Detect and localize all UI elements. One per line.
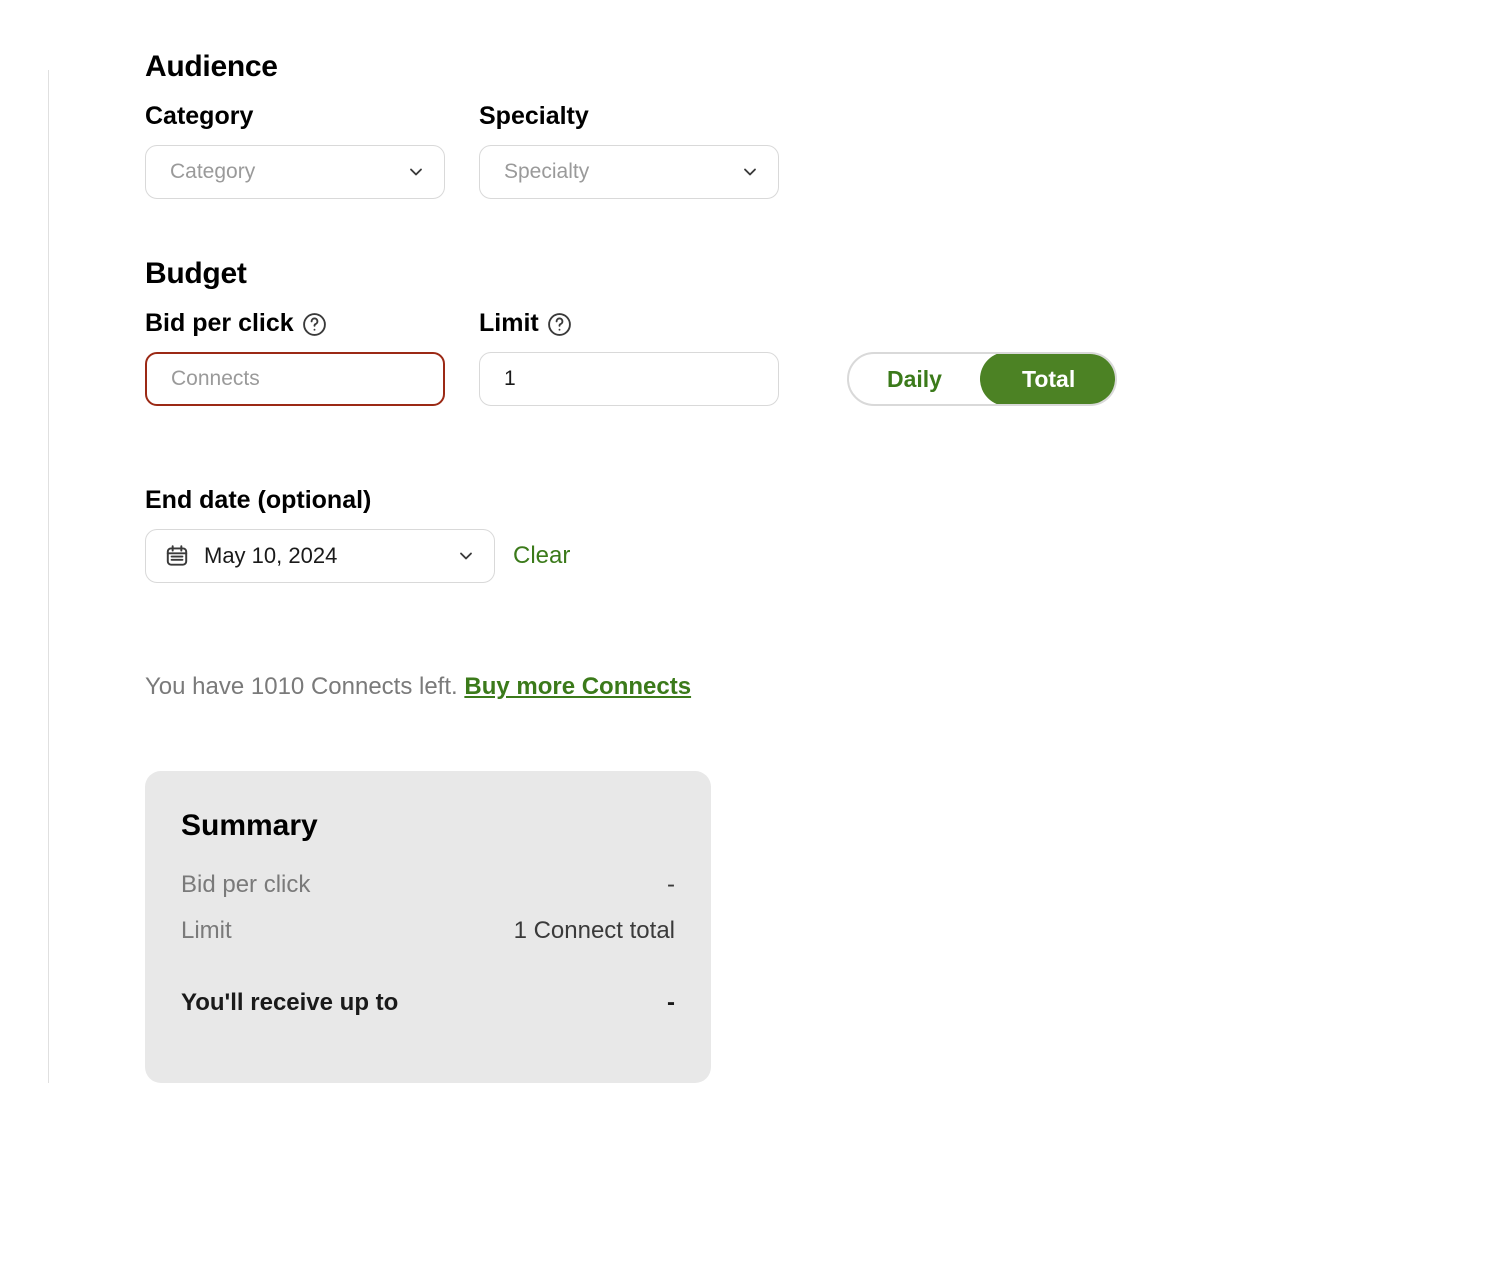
bid-placeholder: Connects [171, 367, 260, 391]
chevron-down-icon [456, 546, 476, 566]
summary-row-receive: You'll receive up to - [181, 989, 675, 1017]
summary-card: Summary Bid per click - Limit 1 Connect … [145, 771, 711, 1083]
summary-receive-label: You'll receive up to [181, 989, 398, 1017]
specialty-field: Specialty Specialty [479, 102, 779, 199]
summary-bid-label: Bid per click [181, 871, 310, 899]
category-select[interactable]: Category [145, 145, 445, 199]
toggle-total[interactable]: Total [980, 352, 1117, 406]
left-divider [48, 70, 49, 1083]
limit-label: Limit [479, 309, 779, 338]
bid-label-text: Bid per click [145, 309, 294, 338]
help-icon[interactable] [547, 312, 572, 337]
specialty-placeholder: Specialty [504, 160, 589, 184]
limit-value: 1 [504, 367, 516, 391]
category-placeholder: Category [170, 160, 255, 184]
budget-heading: Budget [145, 257, 1502, 291]
chevron-down-icon [406, 162, 426, 182]
calendar-icon [164, 543, 190, 569]
category-label: Category [145, 102, 445, 131]
bid-label: Bid per click [145, 309, 445, 338]
enddate-picker[interactable]: May 10, 2024 [145, 529, 495, 583]
bid-field: Bid per click Connects [145, 309, 445, 406]
audience-heading: Audience [145, 50, 1502, 84]
buy-connects-link[interactable]: Buy more Connects [464, 673, 691, 700]
clear-link[interactable]: Clear [513, 542, 570, 570]
category-field: Category Category [145, 102, 445, 199]
limit-label-text: Limit [479, 309, 539, 338]
summary-row-limit: Limit 1 Connect total [181, 917, 675, 945]
limit-toggle: Daily Total [847, 352, 1117, 406]
specialty-select[interactable]: Specialty [479, 145, 779, 199]
connects-remaining: You have 1010 Connects left. Buy more Co… [145, 673, 1502, 701]
summary-receive-value: - [667, 989, 675, 1017]
connects-text: You have 1010 Connects left. [145, 673, 464, 700]
summary-row-bid: Bid per click - [181, 871, 675, 899]
help-icon[interactable] [302, 312, 327, 337]
summary-limit-label: Limit [181, 917, 232, 945]
toggle-daily[interactable]: Daily [849, 354, 980, 404]
chevron-down-icon [740, 162, 760, 182]
limit-input[interactable]: 1 [479, 352, 779, 406]
enddate-label: End date (optional) [145, 486, 1502, 515]
summary-limit-value: 1 Connect total [514, 917, 675, 945]
limit-field: Limit 1 [479, 309, 779, 406]
enddate-value: May 10, 2024 [204, 543, 442, 569]
summary-heading: Summary [181, 809, 675, 843]
bid-input[interactable]: Connects [145, 352, 445, 406]
specialty-label: Specialty [479, 102, 779, 131]
summary-bid-value: - [667, 871, 675, 899]
